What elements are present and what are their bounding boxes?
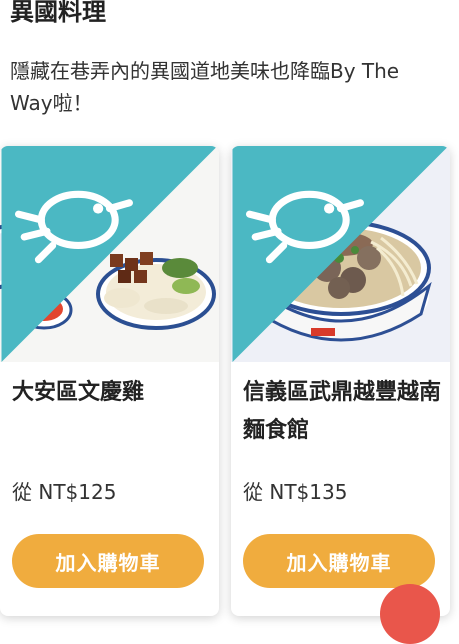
add-to-cart-button[interactable]: 加入購物車 [243,534,435,588]
bird-icon [1,146,218,362]
product-image[interactable] [0,146,219,362]
bird-icon [232,146,449,362]
section-description: 隱藏在巷弄內的異國道地美味也降臨By The Way啦！ [10,59,400,115]
chat-fab[interactable] [380,584,440,644]
section-title: 異國料理 [10,0,106,26]
product-name[interactable]: 大安區文慶雞 [12,374,212,412]
product-card[interactable]: 大安區文慶雞 從 NT$125 加入購物車 [0,146,219,616]
product-card[interactable]: 信義區武鼎越豐越南麵食館 從 NT$135 加入購物車 [231,146,450,616]
product-price: 從 NT$125 [12,480,117,504]
product-name[interactable]: 信義區武鼎越豐越南麵食館 [243,374,443,450]
product-price: 從 NT$135 [243,480,348,504]
add-to-cart-button[interactable]: 加入購物車 [12,534,204,588]
product-image[interactable] [231,146,450,362]
